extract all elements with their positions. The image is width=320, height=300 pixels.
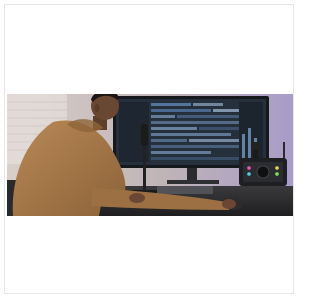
photo-illustration [7, 94, 293, 216]
product-photo [7, 94, 293, 216]
left-hand [129, 193, 145, 203]
keyboard [157, 186, 213, 194]
